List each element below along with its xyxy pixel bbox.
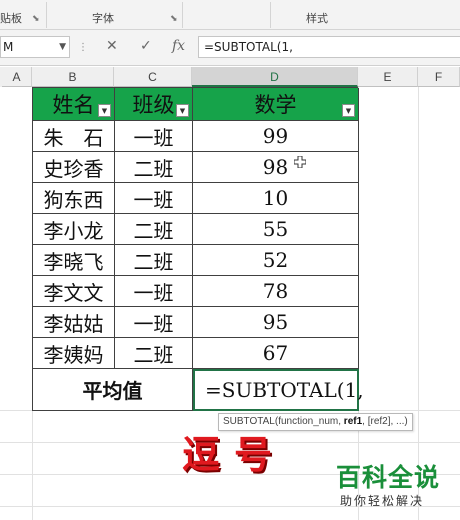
column-header-b[interactable]: B bbox=[32, 67, 114, 87]
column-header-e[interactable]: E bbox=[358, 67, 418, 87]
drag-handle-icon[interactable]: ⋮ bbox=[78, 42, 88, 53]
formula-bar: M ▼ ⋮ ✕ ✓ fx =SUBTOTAL(1, bbox=[0, 30, 460, 66]
cell-class[interactable]: 一班 bbox=[115, 307, 193, 338]
filter-dropdown-icon[interactable]: ▼ bbox=[176, 104, 189, 117]
cancel-icon[interactable]: ✕ bbox=[106, 38, 118, 54]
cell-math[interactable]: 55 bbox=[193, 214, 359, 245]
gridline bbox=[418, 87, 419, 520]
ribbon-group-styles: 样式 bbox=[306, 12, 328, 25]
ribbon-separator bbox=[46, 2, 47, 28]
cell-name[interactable]: 李文文 bbox=[33, 276, 115, 307]
header-label: 数学 bbox=[254, 93, 297, 117]
filter-dropdown-icon[interactable]: ▼ bbox=[342, 104, 355, 117]
ribbon-separator bbox=[182, 2, 183, 28]
name-box-value: M bbox=[3, 40, 14, 54]
average-label-cell[interactable]: 平均值 bbox=[33, 369, 193, 411]
cell-math[interactable]: 98 bbox=[193, 152, 359, 183]
header-label: 班级 bbox=[132, 93, 175, 117]
header-cell-name[interactable]: 姓名 ▼ bbox=[33, 88, 115, 121]
cell-math[interactable]: 95 bbox=[193, 307, 359, 338]
cell-class[interactable]: 二班 bbox=[115, 338, 193, 369]
ribbon-group-font: 字体 bbox=[92, 12, 114, 25]
cell-name[interactable]: 史珍香 bbox=[33, 152, 115, 183]
name-box[interactable]: M ▼ bbox=[0, 36, 70, 58]
active-formula-cell[interactable]: =SUBTOTAL(1, bbox=[193, 369, 364, 411]
filter-dropdown-icon[interactable]: ▼ bbox=[98, 104, 111, 117]
data-table: 姓名 ▼ 班级 ▼ 数学 ▼ 朱 石 一班 99 史珍香 二班 98 狗东西 一… bbox=[32, 87, 364, 411]
column-header-d[interactable]: D bbox=[192, 67, 358, 87]
cell-class[interactable]: 一班 bbox=[115, 121, 193, 152]
insert-function-button[interactable]: fx bbox=[172, 38, 185, 54]
cell-select-cursor-icon bbox=[294, 156, 306, 168]
cell-name[interactable]: 李小龙 bbox=[33, 214, 115, 245]
ribbon: 贴板 ⬊ 字体 ⬊ 样式 bbox=[0, 0, 460, 30]
chevron-down-icon[interactable]: ▼ bbox=[59, 37, 66, 57]
cell-class[interactable]: 二班 bbox=[115, 214, 193, 245]
watermark-subtitle: 助你轻松解决 bbox=[340, 494, 425, 508]
cell-name[interactable]: 朱 石 bbox=[33, 121, 115, 152]
overlay-caption: 逗号 bbox=[182, 433, 287, 477]
enter-icon[interactable]: ✓ bbox=[140, 38, 152, 54]
cell-math[interactable]: 99 bbox=[193, 121, 359, 152]
cell-class[interactable]: 一班 bbox=[115, 183, 193, 214]
cell-name[interactable]: 李姑姑 bbox=[33, 307, 115, 338]
cell-class[interactable]: 一班 bbox=[115, 276, 193, 307]
header-cell-class[interactable]: 班级 ▼ bbox=[115, 88, 193, 121]
cell-math[interactable]: 10 bbox=[193, 183, 359, 214]
tooltip-rest: , [ref2], ...) bbox=[362, 416, 408, 427]
dialog-launcher-icon[interactable]: ⬊ bbox=[32, 14, 40, 24]
ribbon-group-clipboard: 贴板 bbox=[0, 12, 22, 25]
column-header-f[interactable]: F bbox=[418, 67, 460, 87]
header-cell-math[interactable]: 数学 ▼ bbox=[193, 88, 359, 121]
cell-name[interactable]: 狗东西 bbox=[33, 183, 115, 214]
cell-class[interactable]: 二班 bbox=[115, 245, 193, 276]
cell-name[interactable]: 李晓飞 bbox=[33, 245, 115, 276]
tooltip-current-arg: ref1 bbox=[343, 416, 363, 427]
cell-math[interactable]: 67 bbox=[193, 338, 359, 369]
column-header-c[interactable]: C bbox=[114, 67, 192, 87]
header-label: 姓名 bbox=[52, 93, 95, 117]
dialog-launcher-icon[interactable]: ⬊ bbox=[170, 14, 178, 24]
cell-name[interactable]: 李姨妈 bbox=[33, 338, 115, 369]
cell-math[interactable]: 52 bbox=[193, 245, 359, 276]
watermark-title: 百科全说 bbox=[336, 463, 441, 492]
column-header-a[interactable]: A bbox=[2, 67, 32, 87]
ribbon-separator bbox=[270, 2, 271, 28]
cell-class[interactable]: 二班 bbox=[115, 152, 193, 183]
formula-input[interactable]: =SUBTOTAL(1, bbox=[198, 36, 460, 58]
cell-math[interactable]: 78 bbox=[193, 276, 359, 307]
